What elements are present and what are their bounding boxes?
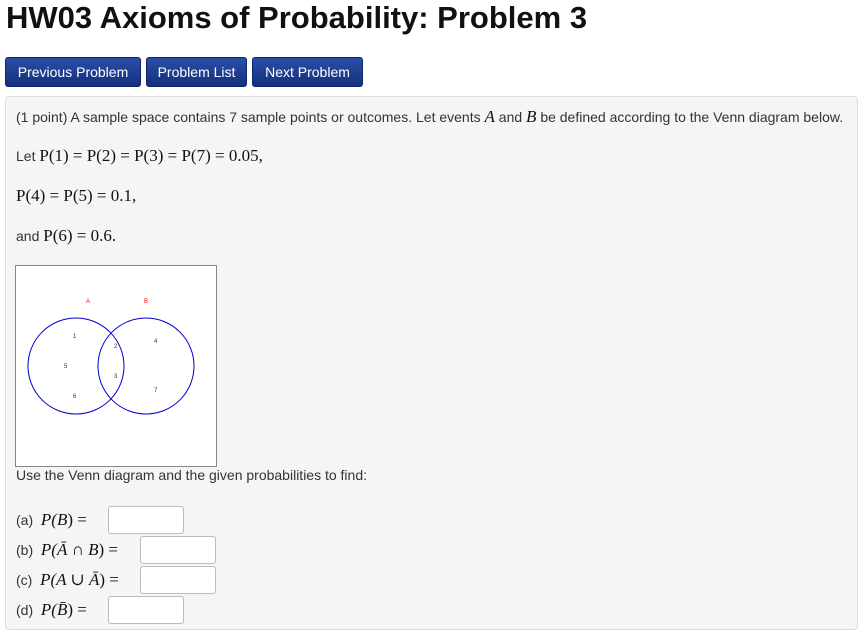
part-label: (b) (16, 542, 34, 558)
label-b: B (144, 299, 148, 305)
next-problem-button[interactable]: Next Problem (252, 57, 363, 87)
event-b: B (526, 107, 537, 126)
probabilities-line-3: and P(6) = 0.6. (16, 226, 117, 245)
point-7: 7 (154, 388, 158, 394)
point-2: 2 (114, 344, 118, 350)
label-a: A (86, 299, 90, 305)
answer-a-input[interactable] (108, 506, 184, 534)
venn-diagram: A B 1 2 3 4 5 6 7 (15, 265, 217, 467)
problem-list-button[interactable]: Problem List (146, 57, 247, 87)
page-title: HW03 Axioms of Probability: Problem 3 (6, 0, 588, 35)
instruction-text: Use the Venn diagram and the given proba… (16, 467, 368, 483)
problem-intro: (1 point) A sample space contains 7 samp… (16, 107, 844, 126)
part-c: (c) P(A ∪ Ā) = (16, 570, 119, 589)
part-label: (a) (16, 512, 34, 528)
problem-panel: (1 point) A sample space contains 7 samp… (5, 96, 858, 630)
point-5: 5 (64, 364, 68, 370)
circle-b (97, 317, 195, 415)
part-a: (a) P(B) = (16, 510, 87, 529)
answer-d-input[interactable] (108, 596, 184, 624)
answer-b-input[interactable] (140, 536, 216, 564)
previous-problem-button[interactable]: Previous Problem (5, 57, 141, 87)
point-value: (1 point) (16, 109, 68, 125)
point-3: 3 (114, 374, 118, 380)
part-label: (c) (16, 572, 33, 588)
event-a: A (484, 107, 495, 126)
answer-c-input[interactable] (140, 566, 216, 594)
part-d: (d) P(B̄) = (16, 600, 87, 619)
point-4: 4 (154, 339, 158, 345)
probabilities-line-2: P(4) = P(5) = 0.1, (16, 186, 137, 205)
point-6: 6 (73, 394, 77, 400)
part-label: (d) (16, 602, 34, 618)
probabilities-line-1: Let P(1) = P(2) = P(3) = P(7) = 0.05, (16, 146, 263, 165)
part-b: (b) P(Ā ∩ B) = (16, 540, 118, 559)
point-1: 1 (73, 334, 77, 340)
